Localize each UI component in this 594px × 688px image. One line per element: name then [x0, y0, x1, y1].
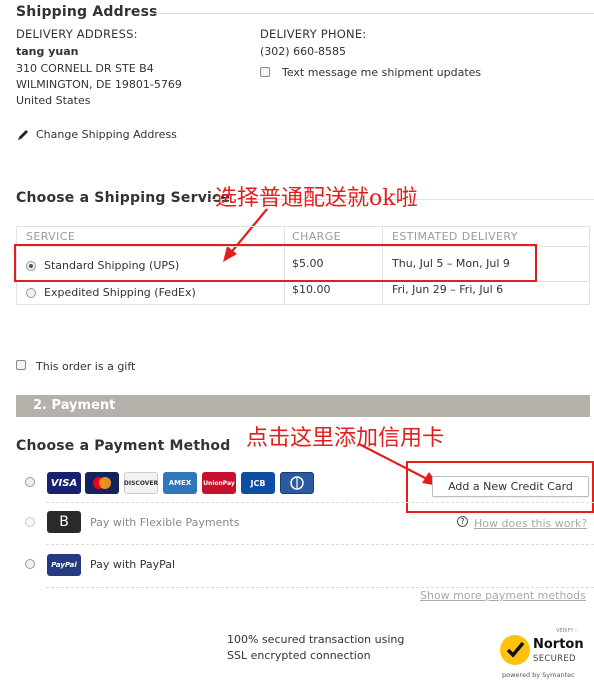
payment-method-title: Choose a Payment Method: [16, 438, 231, 454]
diners-card-icon: [280, 472, 314, 494]
table-header-delivery: ESTIMATED DELIVERY: [392, 230, 518, 243]
payment-section-title: 2. Payment: [33, 398, 116, 413]
address-city: WILMINGTON, DE 19801-5769: [16, 78, 182, 91]
norton-secured: SECURED: [533, 654, 576, 664]
discover-card-icon: DISCOVER: [124, 472, 158, 494]
norton-secured-seal: VERIFY › Norton SECURED powered by Syman…: [498, 628, 590, 684]
shipping-service-title: Choose a Shipping Service: [16, 190, 231, 206]
delivery-address-label: DELIVERY ADDRESS:: [16, 27, 138, 41]
paypal-radio[interactable]: [25, 559, 35, 569]
show-more-payment-methods-link[interactable]: Show more payment methods: [420, 589, 586, 602]
change-shipping-address-link[interactable]: Change Shipping Address: [36, 128, 177, 141]
paypal-badge: PayPal: [47, 554, 81, 576]
shipping-address-title: Shipping Address: [16, 4, 158, 20]
sms-updates-label: Text message me shipment updates: [282, 66, 482, 79]
delivery-phone-label: DELIVERY PHONE:: [260, 27, 367, 41]
row-divider: [46, 587, 594, 588]
gift-label: This order is a gift: [36, 360, 136, 373]
recipient-name: tang yuan: [16, 45, 79, 58]
norton-brand: Norton: [533, 637, 584, 652]
paypal-label: Pay with PayPal: [90, 558, 176, 571]
flexible-payments-radio[interactable]: [25, 517, 35, 527]
norton-powered: powered by Symantec: [502, 671, 575, 679]
expedited-shipping-charge: $10.00: [292, 283, 331, 296]
jcb-card-icon: JCB: [241, 472, 275, 494]
security-line-1: 100% secured transaction using: [227, 633, 405, 646]
table-header-service: SERVICE: [26, 230, 76, 243]
table-border: [589, 226, 590, 305]
table-header-charge: CHARGE: [292, 230, 341, 243]
norton-verify-text: VERIFY ›: [556, 628, 578, 634]
help-icon[interactable]: ?: [457, 516, 468, 527]
security-line-2: SSL encrypted connection: [227, 649, 371, 662]
expedited-shipping-label: Expedited Shipping (FedEx): [44, 286, 196, 299]
expedited-shipping-delivery: Fri, Jun 29 – Fri, Jul 6: [392, 283, 504, 296]
gift-checkbox[interactable]: [16, 360, 26, 370]
unionpay-card-icon: UnionPay: [202, 472, 236, 494]
address-country: United States: [16, 94, 91, 107]
visa-card-icon: VISA: [47, 472, 81, 494]
delivery-phone: (302) 660-8585: [260, 45, 347, 58]
annotation-highlight-box: [406, 461, 594, 513]
row-divider: [46, 502, 594, 503]
mastercard-card-icon: [85, 472, 119, 494]
amex-card-icon: AMEX: [163, 472, 197, 494]
row-divider: [46, 544, 594, 545]
payment-section-bar: 2. Payment: [16, 395, 590, 417]
pencil-icon[interactable]: [16, 127, 30, 141]
how-does-this-work-link[interactable]: How does this work?: [474, 517, 587, 530]
flexible-payments-badge: B: [47, 511, 81, 533]
section-divider: [155, 13, 594, 14]
expedited-shipping-radio[interactable]: [26, 288, 36, 298]
sms-updates-checkbox[interactable]: [260, 67, 270, 77]
table-border: [16, 304, 590, 305]
annotation-highlight-box: [14, 244, 537, 282]
table-border: [16, 226, 590, 227]
flexible-payments-label: Pay with Flexible Payments: [90, 516, 240, 529]
credit-card-radio[interactable]: [25, 477, 35, 487]
norton-check-icon: [500, 635, 530, 665]
address-street: 310 CORNELL DR STE B4: [16, 62, 154, 75]
